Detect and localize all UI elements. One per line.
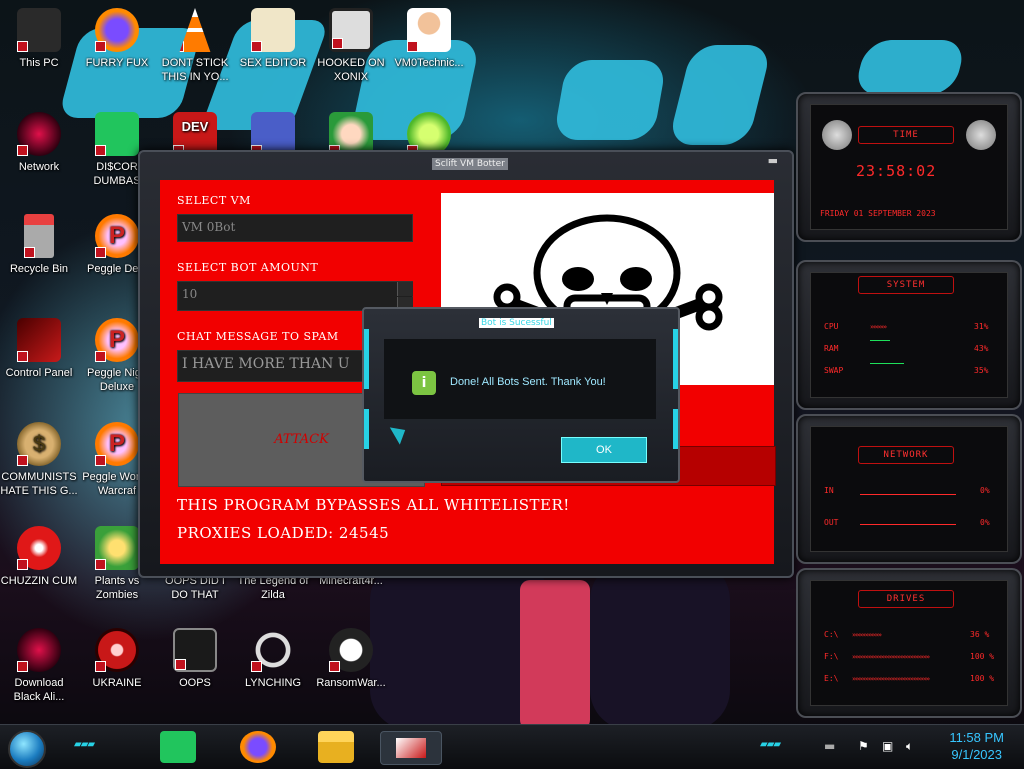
- network-gadget[interactable]: NETWORK IN 0% OUT 0%: [796, 414, 1022, 564]
- alien-head-icon: [822, 120, 852, 150]
- noose-icon: [251, 628, 295, 672]
- bot-amount-label: SELECT BOT AMOUNT: [177, 261, 319, 274]
- stepper-up-button[interactable]: [397, 282, 413, 296]
- cpu-label: CPU: [824, 322, 839, 331]
- skull-icon: [329, 628, 373, 672]
- desktop-icon-xonix[interactable]: HOOKED ON XONIX: [312, 8, 390, 84]
- desktop-icon-furry-fux[interactable]: FURRY FUX: [78, 8, 156, 70]
- alien-head-icon: [966, 120, 996, 150]
- cursor-arrow-icon: [389, 421, 411, 445]
- select-vm-label: SELECT VM: [177, 194, 251, 207]
- desktop-icon-ransomware[interactable]: RansomWar...: [312, 628, 390, 690]
- select-vm-field[interactable]: VM 0Bot: [177, 214, 413, 242]
- taskbar-chat-app[interactable]: [160, 731, 196, 763]
- chat-icon: [95, 112, 139, 156]
- taskbar-deco: ▰▰▰: [74, 739, 95, 750]
- control-panel-icon: [17, 318, 61, 362]
- desktop-icon-chuzzin[interactable]: CHUZZIN CUM: [0, 526, 78, 588]
- chat-message-label: CHAT MESSAGE TO SPAM: [177, 330, 339, 343]
- net-out-value: 0%: [980, 518, 990, 527]
- cpu-value: 31%: [974, 322, 989, 331]
- taskbar-active-app[interactable]: [380, 731, 442, 765]
- drive-e-value: 100 %: [970, 674, 995, 683]
- recycle-bin-icon: [24, 214, 54, 258]
- network-icon[interactable]: ▣: [882, 739, 893, 753]
- success-dialog[interactable]: Bot is Sucessful i Done! All Bots Sent. …: [362, 307, 680, 483]
- tray-overflow-icon[interactable]: ▬: [824, 739, 835, 753]
- desktop-icon-download-black-alien[interactable]: Download Black Ali...: [0, 628, 78, 704]
- volume-icon[interactable]: 🔈︎: [906, 739, 913, 754]
- gadget-clock: 23:58:02: [856, 162, 937, 180]
- monitor-icon: [396, 738, 426, 758]
- dialog-title: Bot is Sucessful: [479, 318, 554, 328]
- drive-e-label: E:\: [824, 674, 839, 683]
- time-gadget-title: TIME: [858, 126, 954, 144]
- proxies-loaded-text: PROXIES LOADED: 24545: [177, 524, 390, 542]
- ram-value: 43%: [974, 344, 989, 353]
- system-gadget[interactable]: SYSTEM CPU »»»»» 31% RAM 43% SWAP 35%: [796, 260, 1022, 410]
- taskbar: ▰▰▰ ▰▰▰ ▬ ⚑ ▣ 🔈︎ 11:58 PM 9/1/2023: [0, 724, 1024, 769]
- alien-network-icon: [17, 628, 61, 672]
- doctor-icon: [407, 8, 451, 52]
- system-gadget-title: SYSTEM: [858, 276, 954, 294]
- money-bag-icon: $: [17, 422, 61, 466]
- bypass-notice: THIS PROGRAM BYPASSES ALL WHITELISTER!: [177, 496, 570, 514]
- desktop-icon-communists[interactable]: $ COMMUNISTS HATE THIS G...: [0, 422, 78, 498]
- vlc-cone-icon: [179, 8, 211, 52]
- desktop-icon-oops[interactable]: OOPS: [156, 628, 234, 690]
- drive-f-bar: »»»»»»»»»»»»»»»»»»»»»»»»: [852, 653, 930, 661]
- firefox-icon: [95, 8, 139, 52]
- peggle-icon: P: [95, 318, 139, 362]
- peggle-icon: P: [95, 214, 139, 258]
- desktop-icon-recycle-bin[interactable]: Recycle Bin: [0, 214, 78, 276]
- drives-gadget[interactable]: DRIVES C:\ »»»»»»»»» 36 % F:\ »»»»»»»»»»…: [796, 568, 1022, 718]
- monitor-icon: [17, 8, 61, 52]
- drives-gadget-title: DRIVES: [858, 590, 954, 608]
- dialog-message: Done! All Bots Sent. Thank You!: [450, 376, 606, 388]
- taskbar-file-explorer[interactable]: [318, 731, 354, 763]
- net-out-label: OUT: [824, 518, 839, 527]
- oops-icon: [173, 628, 217, 672]
- desktop-icon-this-pc[interactable]: This PC: [0, 8, 78, 70]
- window-title: Sclift VM Botter: [432, 158, 508, 170]
- info-icon: i: [412, 371, 436, 395]
- drive-c-bar: »»»»»»»»»: [852, 631, 882, 639]
- net-in-value: 0%: [980, 486, 990, 495]
- start-button[interactable]: [8, 730, 46, 768]
- peggle-icon: P: [95, 422, 139, 466]
- desktop-icon-network[interactable]: Network: [0, 112, 78, 174]
- desktop-icon-vlc[interactable]: DONT STICK THIS IN YO...: [156, 8, 234, 84]
- cpu-bar: »»»»»: [870, 323, 887, 331]
- swap-value: 35%: [974, 366, 989, 375]
- gadget-date: FRIDAY 01 SEPTEMBER 2023: [820, 209, 936, 218]
- swap-label: SWAP: [824, 366, 844, 375]
- desktop-icon-lynching[interactable]: LYNCHING: [234, 628, 312, 690]
- hex-editor-icon: [251, 8, 295, 52]
- flag-icon[interactable]: ⚑: [858, 739, 869, 753]
- taskbar-firefox[interactable]: [240, 731, 276, 763]
- radiation-icon: [95, 628, 139, 672]
- network-gadget-title: NETWORK: [858, 446, 954, 464]
- xonix-game-icon: [329, 8, 373, 52]
- drive-f-value: 100 %: [970, 652, 995, 661]
- taskbar-clock-time[interactable]: 11:58 PM: [949, 730, 1004, 745]
- drive-e-bar: »»»»»»»»»»»»»»»»»»»»»»»»: [852, 675, 930, 683]
- drive-c-label: C:\: [824, 630, 839, 639]
- drive-f-label: F:\: [824, 652, 839, 661]
- window-titlebar[interactable]: Sclift VM Botter ▬: [140, 152, 792, 176]
- ok-button[interactable]: OK: [561, 437, 647, 463]
- desktop-icon-sex-editor[interactable]: SEX EDITOR: [234, 8, 312, 70]
- plant-icon: [95, 526, 139, 570]
- desktop-icon-vm0technic[interactable]: VM0Technic...: [390, 8, 468, 70]
- time-gadget[interactable]: TIME 23:58:02 FRIDAY 01 SEPTEMBER 2023: [796, 92, 1022, 242]
- alien-network-icon: [17, 112, 61, 156]
- chuzzle-icon: [17, 526, 61, 570]
- ram-label: RAM: [824, 344, 839, 353]
- minimize-button[interactable]: ▬: [768, 154, 778, 167]
- net-in-label: IN: [824, 486, 834, 495]
- desktop-icon-control-panel[interactable]: Control Panel: [0, 318, 78, 380]
- desktop-icon-ukraine[interactable]: UKRAINE: [78, 628, 156, 690]
- drive-c-value: 36 %: [970, 630, 990, 639]
- taskbar-clock-date[interactable]: 9/1/2023: [951, 747, 1002, 762]
